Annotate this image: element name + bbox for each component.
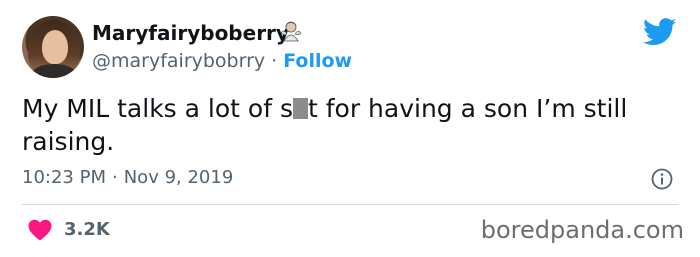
follow-button[interactable]: Follow (283, 50, 352, 72)
handle-row: @maryfairybobrry · Follow (92, 50, 352, 72)
watermark: boredpanda.com (480, 216, 684, 244)
tweet-date: Nov 9, 2019 (123, 167, 234, 188)
avatar-face (42, 30, 68, 64)
fairy-emoji-icon (280, 21, 302, 42)
twitter-bird-icon[interactable] (643, 18, 677, 46)
avatar[interactable] (22, 16, 84, 78)
handle-separator: · (271, 50, 278, 72)
tweet-time: 10:23 PM (22, 167, 106, 188)
display-name[interactable]: Maryfairyboberry (92, 21, 289, 45)
divider (22, 204, 678, 205)
tweet-text-part-1: My MIL talks a lot of s (22, 94, 293, 123)
timestamp-separator: · (111, 167, 118, 188)
user-handle[interactable]: @maryfairybobrry (92, 50, 265, 72)
avatar-shirt (32, 64, 76, 78)
info-icon[interactable] (651, 168, 673, 190)
censor-block (292, 98, 308, 119)
tweet-text: My MIL talks a lot of st for having a so… (22, 92, 672, 158)
heart-icon[interactable] (28, 219, 52, 241)
like-count: 3.2K (64, 219, 110, 240)
tweet-timestamp[interactable]: 10:23 PM · Nov 9, 2019 (22, 167, 233, 188)
